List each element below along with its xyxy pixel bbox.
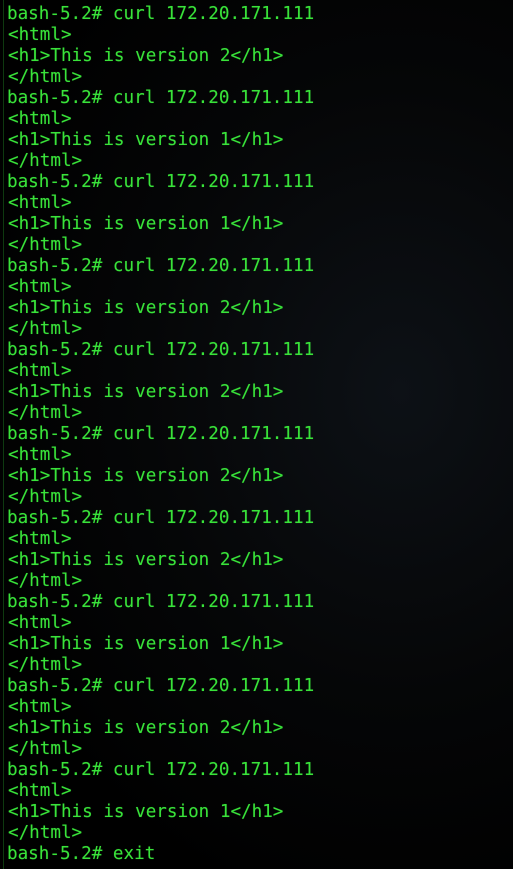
terminal-output-line: <html>: [8, 109, 72, 129]
terminal-output-line: </html>: [8, 655, 83, 675]
terminal-output-line: </html>: [8, 487, 83, 507]
terminal-prompt-line: bash-5.2# curl 172.20.171.111: [7, 592, 315, 612]
terminal-output-line: <h1>This is version 1</h1>: [8, 214, 284, 234]
terminal-output-line: </html>: [8, 319, 83, 339]
terminal-output-line: </html>: [8, 403, 83, 423]
terminal-output-line: <html>: [8, 529, 72, 549]
terminal-prompt-line: bash-5.2# curl 172.20.171.111: [7, 88, 315, 108]
terminal-prompt-line: bash-5.2# curl 172.20.171.111: [7, 760, 315, 780]
terminal-output-line: <h1>This is version 1</h1>: [8, 130, 284, 150]
terminal-prompt-line: bash-5.2# curl 172.20.171.111: [7, 172, 315, 192]
terminal-output-line: </html>: [8, 151, 83, 171]
terminal-output-line: </html>: [8, 739, 83, 759]
terminal-output-line: <h1>This is version 2</h1>: [8, 466, 284, 486]
terminal-output-line: <h1>This is version 2</h1>: [8, 382, 284, 402]
terminal-output-line: <html>: [8, 25, 72, 45]
terminal-output-line: <html>: [8, 697, 72, 717]
terminal-prompt-line: bash-5.2# curl 172.20.171.111: [7, 676, 315, 696]
terminal-output[interactable]: bash-5.2# curl 172.20.171.111 <html> <h1>T…: [0, 4, 513, 865]
terminal-output-line: <html>: [8, 361, 72, 381]
terminal-output-line: <html>: [8, 445, 72, 465]
terminal-prompt-line: bash-5.2# curl 172.20.171.111: [7, 340, 315, 360]
terminal-prompt-line: bash-5.2# curl 172.20.171.111: [7, 256, 315, 276]
terminal-output-line: <html>: [8, 193, 72, 213]
terminal-output-line: <h1>This is version 2</h1>: [8, 298, 284, 318]
terminal-prompt-line: bash-5.2# curl 172.20.171.111: [7, 508, 315, 528]
terminal-window[interactable]: bash-5.2# curl 172.20.171.111 <html> <h1>T…: [0, 0, 513, 869]
terminal-output-line: </html>: [8, 571, 83, 591]
terminal-output-line: <html>: [8, 277, 72, 297]
terminal-output-line: </html>: [8, 235, 83, 255]
terminal-prompt-line: bash-5.2# curl 172.20.171.111: [7, 4, 315, 24]
terminal-output-line: <html>: [8, 781, 72, 801]
terminal-prompt-line: bash-5.2# curl 172.20.171.111: [7, 424, 315, 444]
terminal-prompt-line: bash-5.2# exit: [7, 844, 156, 864]
terminal-output-line: <h1>This is version 2</h1>: [8, 46, 284, 66]
terminal-output-line: <html>: [8, 613, 72, 633]
terminal-output-line: <h1>This is version 2</h1>: [8, 550, 284, 570]
terminal-output-line: <h1>This is version 2</h1>: [8, 718, 284, 738]
terminal-output-line: <h1>This is version 1</h1>: [8, 634, 284, 654]
terminal-output-line: <h1>This is version 1</h1>: [8, 802, 284, 822]
terminal-output-line: </html>: [8, 823, 83, 843]
terminal-output-line: </html>: [8, 67, 83, 87]
